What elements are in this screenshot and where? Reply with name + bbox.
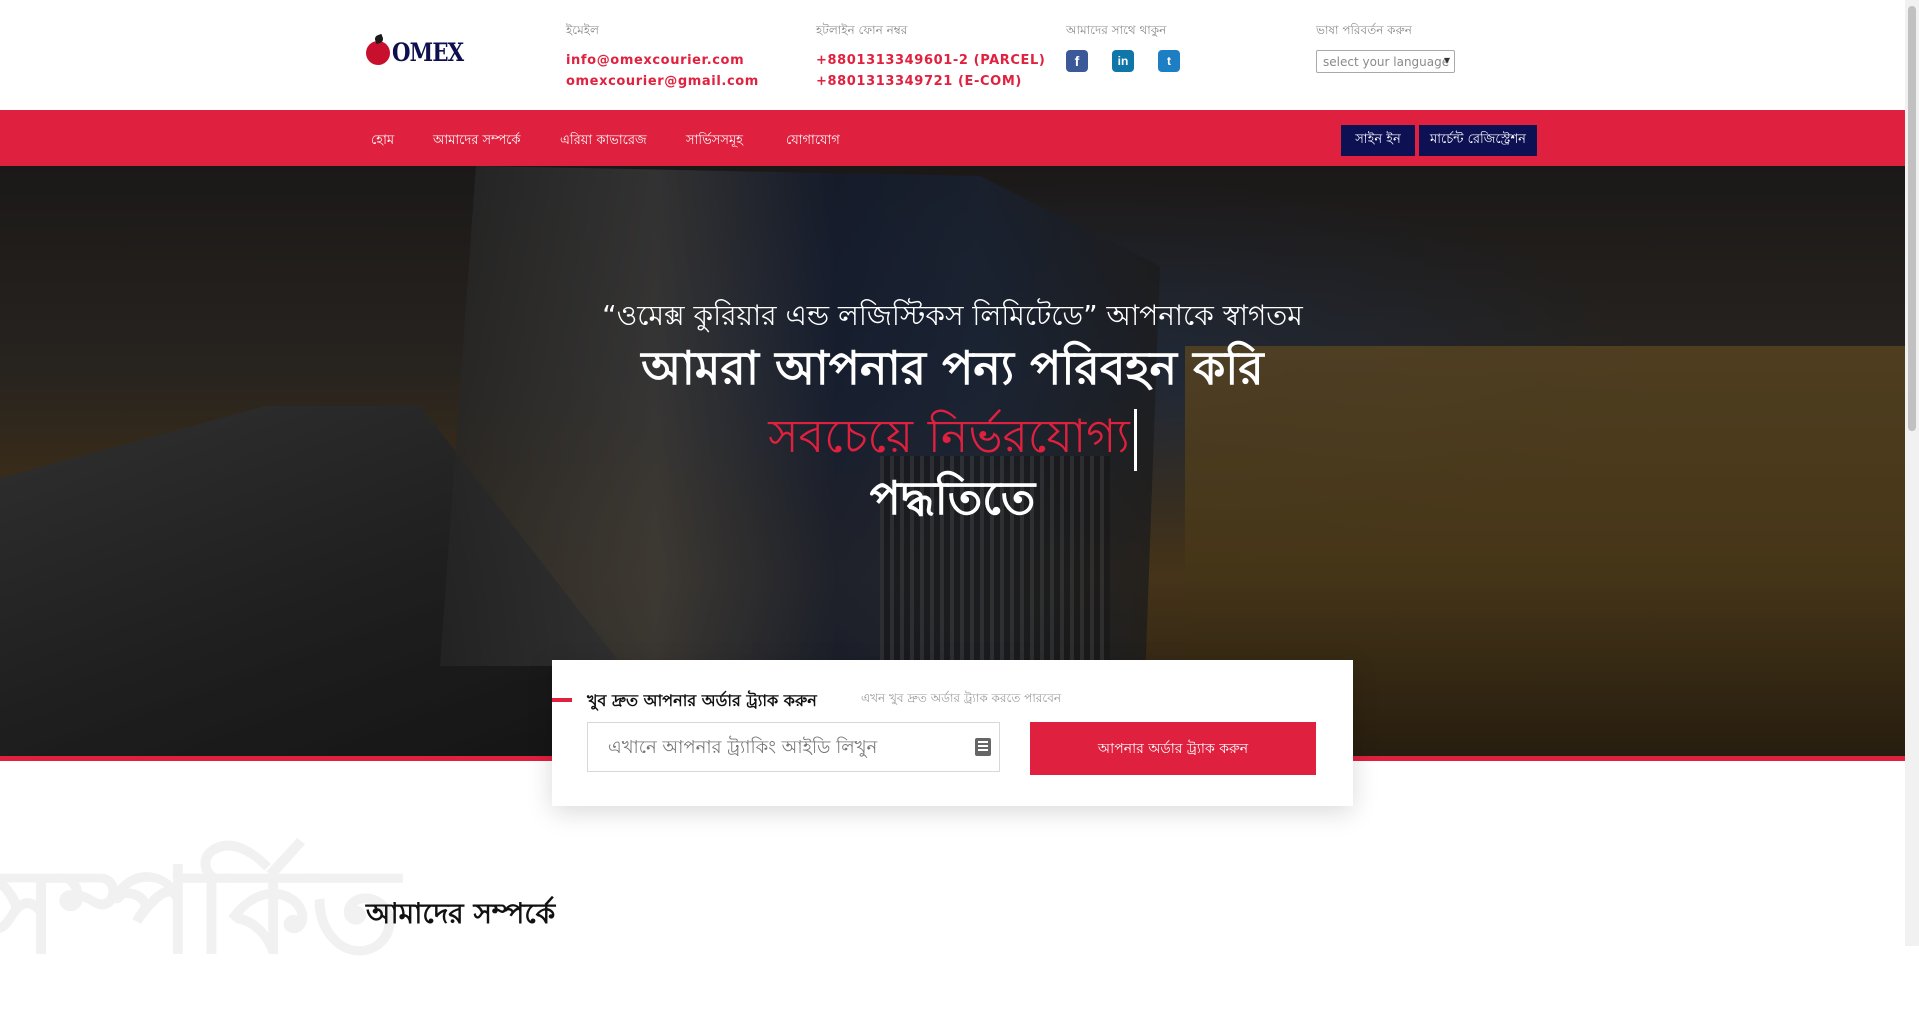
tracking-id-input[interactable] [588, 723, 970, 771]
about-title: আমাদের সম্পর্কে [366, 897, 556, 930]
tracking-accent-mark [552, 698, 572, 702]
language-info: ভাষা পরিবর্তন করুন select your language [1316, 22, 1455, 73]
phone-line-1[interactable]: +8801313349601-2 (PARCEL) [816, 50, 1045, 71]
email-link-1[interactable]: info@omexcourier.com [566, 50, 759, 71]
typing-cursor [1133, 408, 1137, 471]
linkedin-icon[interactable]: in [1112, 50, 1134, 72]
twitter-icon[interactable]: t [1158, 50, 1180, 72]
language-label: ভাষা পরিবর্তন করুন [1316, 23, 1412, 37]
tracking-title: খুব দ্রুত আপনার অর্ডার ট্র্যাক করুন [587, 691, 817, 710]
email-label: ইমেইল [566, 23, 599, 37]
signin-button[interactable]: সাইন ইন [1341, 125, 1415, 156]
nav-item-services[interactable]: সার্ভিসসমূহ [686, 131, 743, 152]
merchant-register-button[interactable]: মার্চেন্ট রেজিস্ট্রেশন [1419, 125, 1537, 156]
tracking-subtitle: এখন খুব দ্রুত অর্ডার ট্র্যাক করতে পারবেন [861, 691, 1062, 705]
omex-logo[interactable]: OMEX [366, 38, 476, 67]
logo-text: OMEX [392, 38, 464, 67]
hero-subline: পদ্ধতিতে [869, 471, 1036, 525]
logo-mark-icon [366, 40, 390, 65]
top-header: OMEX ইমেইল info@omexcourier.com omexcour… [0, 0, 1905, 110]
about-watermark: সম্পর্কিত [0, 842, 400, 980]
nav-item-contact[interactable]: যোগাযোগ [786, 131, 840, 152]
social-label: আমাদের সাথে থাকুন [1066, 23, 1167, 37]
page-scrollbar[interactable] [1905, 0, 1919, 946]
nav-item-home[interactable]: হোম [371, 131, 394, 152]
hero-headline: আমরা আপনার পন্য পরিবহন করি [641, 341, 1264, 395]
phone-info: হটলাইন ফোন নম্বর +8801313349601-2 (PARCE… [816, 22, 1045, 92]
nav-item-area-coverage[interactable]: এরিয়া কাভারেজ [560, 131, 647, 152]
language-select[interactable]: select your language [1316, 50, 1455, 73]
facebook-icon[interactable]: f [1066, 50, 1088, 72]
scrollbar-thumb[interactable] [1908, 6, 1916, 431]
social-links: f in t [1066, 50, 1180, 72]
tracking-input-wrap [587, 722, 1000, 772]
social-info: আমাদের সাথে থাকুন f in t [1066, 22, 1180, 72]
email-link-2[interactable]: omexcourier@gmail.com [566, 71, 759, 92]
main-nav: হোম আমাদের সম্পর্কে এরিয়া কাভারেজ সার্ভ… [0, 110, 1905, 166]
track-order-button[interactable]: আপনার অর্ডার ট্র্যাক করুন [1030, 722, 1316, 775]
hero-highlight-text: সবচেয়ে নির্ভরযোগ্য [768, 409, 1130, 463]
nav-item-about[interactable]: আমাদের সম্পর্কে [433, 131, 520, 152]
qr-scan-icon[interactable] [975, 738, 991, 756]
phone-line-2[interactable]: +8801313349721 (E-COM) [816, 71, 1045, 92]
phone-label: হটলাইন ফোন নম্বর [816, 23, 908, 37]
email-info: ইমেইল info@omexcourier.com omexcourier@g… [566, 22, 759, 92]
tracking-card: খুব দ্রুত আপনার অর্ডার ট্র্যাক করুন এখন … [552, 660, 1353, 806]
